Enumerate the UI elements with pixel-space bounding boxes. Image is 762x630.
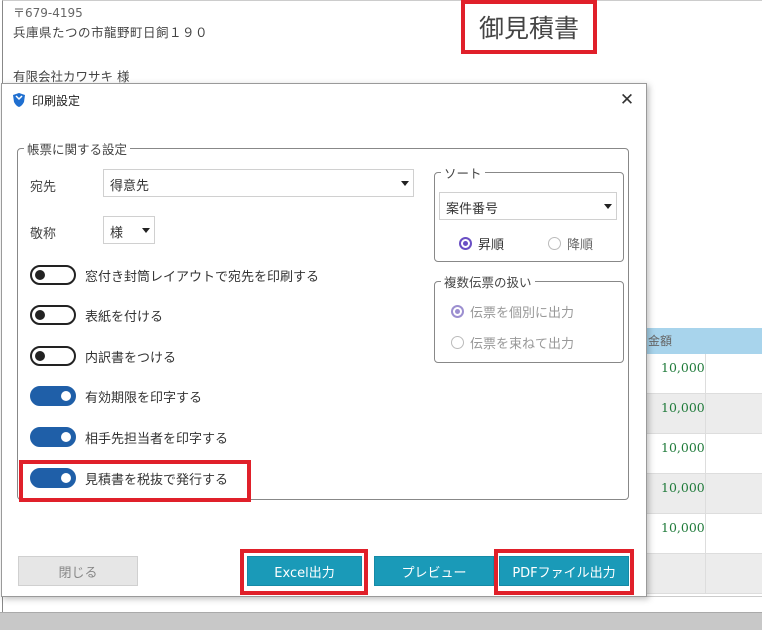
table-header-amount: 金額 <box>644 328 762 354</box>
toggle-cover-page[interactable]: 表紙を付ける <box>30 305 163 325</box>
radio-output-individually-label: 伝票を個別に出力 <box>470 306 575 321</box>
radio-output-bundled-label: 伝票を束ねて出力 <box>470 337 575 352</box>
radio-unselected-icon <box>548 237 561 250</box>
sort-select[interactable]: 案件番号 <box>439 192 617 220</box>
print-settings-dialog: 印刷設定 ✕ 帳票に関する設定 宛先 得意先 敬称 様 窓付き封筒レイアウトで宛… <box>1 83 647 597</box>
toggle-switch-off[interactable] <box>30 265 76 285</box>
table-row: 10,000 <box>647 394 762 434</box>
row-amount: 10,000 <box>661 440 705 455</box>
table-header-label: 金額 <box>648 334 673 348</box>
radio-ascending[interactable]: 昇順 <box>459 234 504 253</box>
dialog-titlebar[interactable]: 印刷設定 ✕ <box>2 84 646 116</box>
close-button[interactable]: 閉じる <box>18 556 138 586</box>
radio-ascending-label: 昇順 <box>478 238 505 253</box>
honorific-label: 敬称 <box>30 227 57 242</box>
chevron-down-icon <box>401 181 409 186</box>
table-row: 10,000 <box>647 434 762 474</box>
dialog-title: 印刷設定 <box>32 94 81 108</box>
document-title-highlight: 御見積書 <box>461 0 597 54</box>
row-amount: 10,000 <box>661 360 705 375</box>
multiple-slips-legend: 複数伝票の扱い <box>441 272 535 291</box>
preview-button[interactable]: プレビュー <box>374 556 494 586</box>
toggle-switch-on[interactable] <box>30 386 76 406</box>
recipient-select[interactable]: 得意先 <box>103 169 414 197</box>
chevron-down-icon <box>142 228 150 233</box>
radio-output-bundled[interactable]: 伝票を束ねて出力 <box>451 333 574 352</box>
toggle-switch-off[interactable] <box>30 305 76 325</box>
row-amount: 10,000 <box>661 520 705 535</box>
horizontal-scrollbar[interactable] <box>0 612 762 630</box>
toggle-window-envelope[interactable]: 窓付き封筒レイアウトで宛先を印刷する <box>30 265 319 285</box>
form-settings-legend: 帳票に関する設定 <box>24 139 131 158</box>
close-icon[interactable]: ✕ <box>612 86 642 114</box>
radio-unselected-icon <box>451 336 464 349</box>
toggle-switch-on[interactable] <box>30 427 76 447</box>
sort-legend: ソート <box>441 163 485 182</box>
table-row: 10,000 <box>647 514 762 554</box>
radio-output-individually[interactable]: 伝票を個別に出力 <box>451 302 574 321</box>
radio-descending-label: 降順 <box>567 238 594 253</box>
sender-address: 兵庫県たつの市龍野町日飼１９０ <box>13 25 209 40</box>
toggle-label: 内訳書をつける <box>85 350 177 366</box>
toggle-switch-off[interactable] <box>30 346 76 366</box>
row-amount: 10,000 <box>661 480 705 495</box>
honorific-select[interactable]: 様 <box>103 216 155 244</box>
table-bottom-grid <box>2 596 762 612</box>
table-row: 10,000 <box>647 474 762 514</box>
radio-selected-icon <box>459 237 472 250</box>
radio-selected-icon <box>451 305 464 318</box>
app-shield-icon <box>12 92 26 108</box>
toggle-contact-person[interactable]: 相手先担当者を印字する <box>30 427 228 447</box>
toggle-label: 窓付き封筒レイアウトで宛先を印刷する <box>85 269 320 285</box>
toggle-breakdown[interactable]: 内訳書をつける <box>30 346 176 366</box>
table-row <box>647 554 762 594</box>
pdf-button-highlight <box>494 549 634 595</box>
toggle-label: 相手先担当者を印字する <box>85 431 229 447</box>
excel-button-highlight <box>240 549 368 595</box>
sort-select-value: 案件番号 <box>446 202 499 217</box>
postal-code: 〒679-4195 <box>13 6 83 20</box>
row-amount: 10,000 <box>661 400 705 415</box>
toggle-label: 表紙を付ける <box>85 309 164 325</box>
tax-excluded-highlight <box>19 460 251 502</box>
radio-descending[interactable]: 降順 <box>548 234 593 253</box>
toggle-expiry-date[interactable]: 有効期限を印字する <box>30 386 202 406</box>
recipient-label: 宛先 <box>30 180 57 195</box>
chevron-down-icon <box>604 204 612 209</box>
recipient-select-value: 得意先 <box>110 179 150 194</box>
honorific-select-value: 様 <box>110 226 124 241</box>
document-title: 御見積書 <box>478 14 579 43</box>
table-row: 10,000 <box>647 354 762 394</box>
toggle-label: 有効期限を印字する <box>85 390 203 406</box>
